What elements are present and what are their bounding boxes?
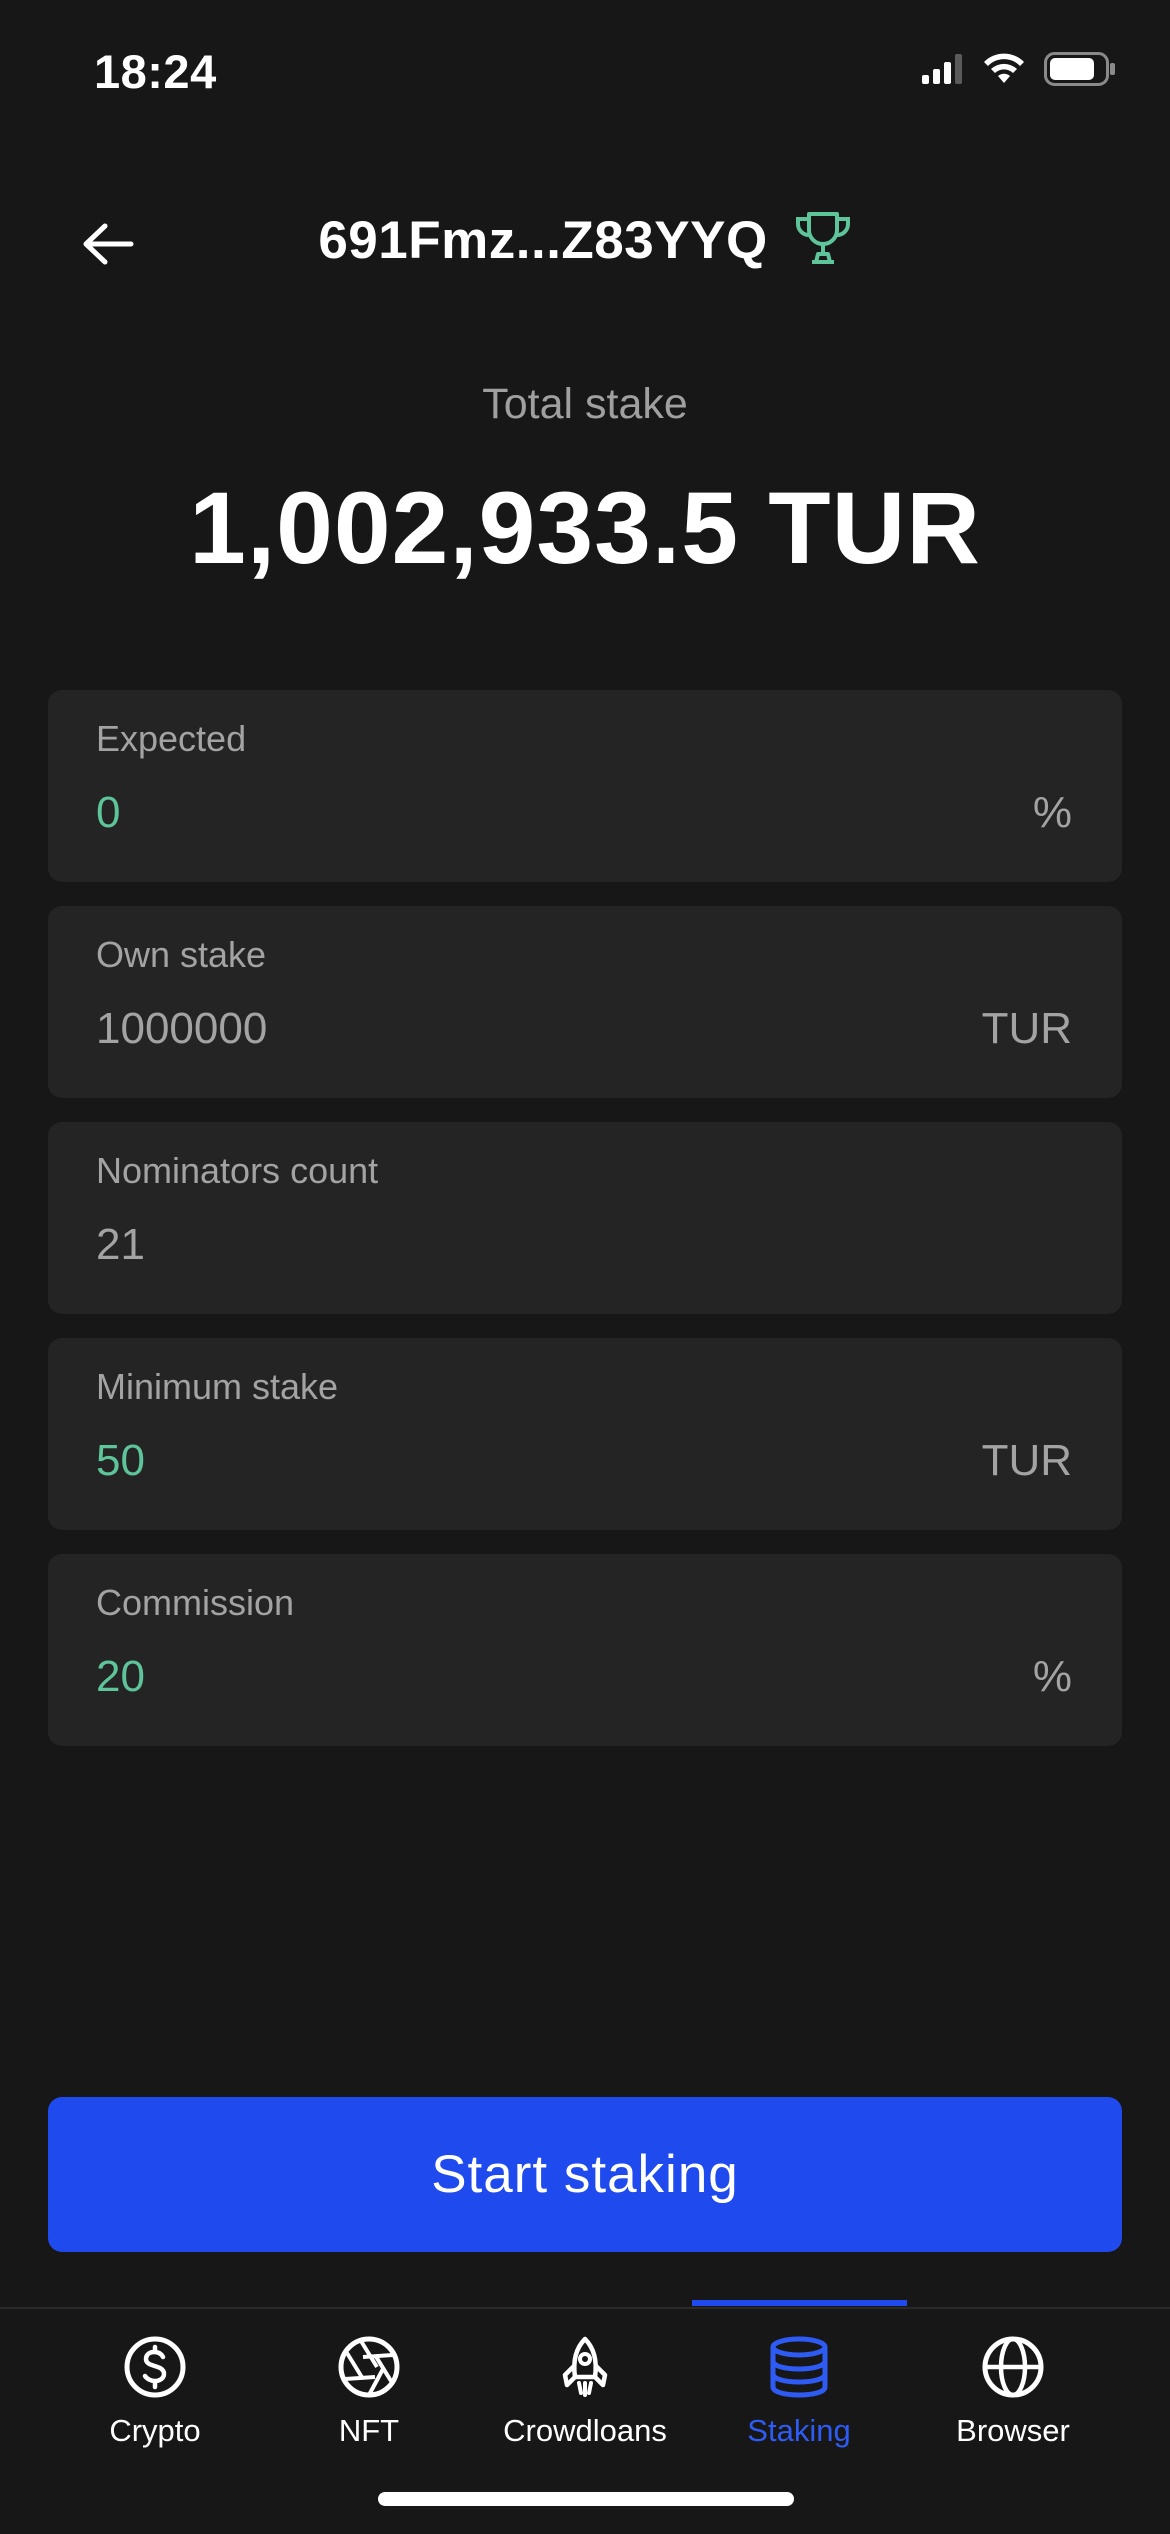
wifi-icon	[982, 53, 1026, 90]
tab-nft[interactable]: NFT	[262, 2333, 476, 2463]
tab-label: Crowdloans	[503, 2413, 667, 2448]
start-staking-button[interactable]: Start staking	[48, 2097, 1122, 2252]
card-label: Nominators count	[96, 1150, 379, 1191]
tab-label: Browser	[956, 2413, 1070, 2448]
tab-label: Crypto	[109, 2413, 201, 2448]
tab-crowdloans[interactable]: Crowdloans	[478, 2333, 692, 2463]
total-stake-label: Total stake	[482, 380, 688, 428]
minimum-stake-card: Minimum stake 50 TUR	[48, 1338, 1122, 1530]
card-label: Own stake	[96, 934, 267, 975]
tab-browser[interactable]: Browser	[906, 2333, 1120, 2463]
aperture-icon	[335, 2333, 403, 2401]
status-time: 18:24	[94, 45, 217, 98]
tab-staking[interactable]: Staking	[692, 2333, 906, 2463]
status-bar: 18:24	[0, 0, 1170, 150]
commission-card: Commission 20 %	[48, 1554, 1122, 1746]
card-label: Commission	[96, 1582, 295, 1623]
database-stack-icon	[765, 2333, 833, 2401]
own-stake-card: Own stake 1000000 TUR	[48, 906, 1122, 1098]
card-value: 0	[96, 788, 121, 837]
active-tab-indicator	[692, 2300, 907, 2306]
card-label: Expected	[96, 718, 247, 759]
card-unit: %	[1032, 1652, 1072, 1701]
rocket-icon	[551, 2333, 619, 2401]
home-indicator	[378, 2492, 794, 2506]
nominators-count-card: Nominators count 21	[48, 1122, 1122, 1314]
card-unit: TUR	[981, 1436, 1072, 1485]
validator-address: 691Fmz...Z83YYQ	[318, 211, 768, 270]
card-value: 1000000	[96, 1004, 268, 1053]
status-icons	[922, 52, 1116, 91]
card-value: 21	[96, 1220, 145, 1269]
card-unit: %	[1032, 788, 1072, 837]
tab-crypto[interactable]: Crypto	[48, 2333, 262, 2463]
total-stake-value: 1,002,933.5 TUR	[189, 471, 981, 585]
tab-label: Staking	[747, 2413, 851, 2448]
tab-label: NFT	[338, 2413, 400, 2448]
validator-info-list: Expected 0 % Own stake 1000000 TUR Nomin…	[48, 690, 1122, 1770]
expected-card: Expected 0 %	[48, 690, 1122, 882]
card-value: 50	[96, 1436, 145, 1485]
card-label: Minimum stake	[96, 1366, 339, 1407]
card-value: 20	[96, 1652, 145, 1701]
cellular-signal-icon	[922, 54, 964, 89]
header-title-wrap: 691Fmz...Z83YYQ	[0, 210, 1170, 271]
battery-icon	[1044, 52, 1116, 91]
trophy-icon	[794, 210, 852, 271]
header: 691Fmz...Z83YYQ	[0, 180, 1170, 300]
globe-icon	[979, 2333, 1047, 2401]
dollar-circle-icon	[121, 2333, 189, 2401]
card-unit: TUR	[981, 1004, 1072, 1053]
